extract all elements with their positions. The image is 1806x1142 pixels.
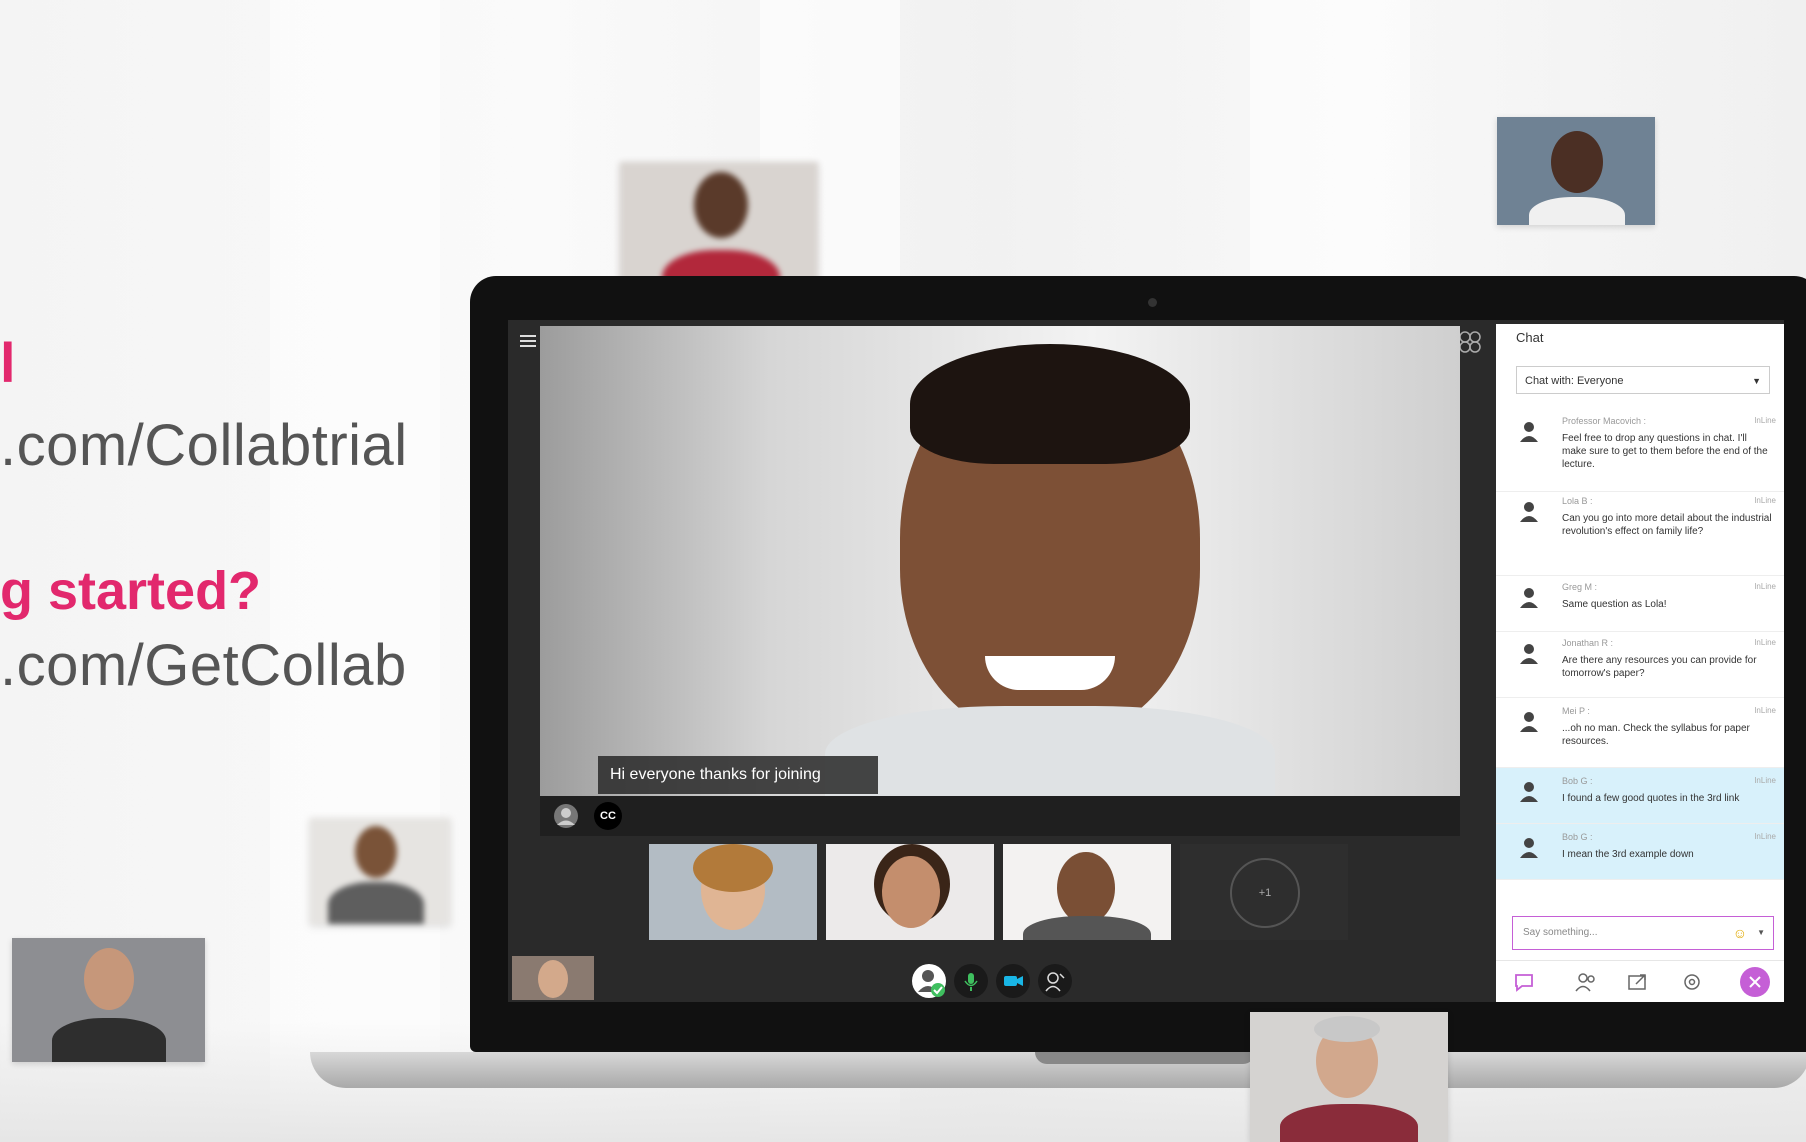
chat-time: InLine bbox=[1754, 582, 1776, 591]
share-tab-icon[interactable] bbox=[1626, 971, 1650, 993]
user-avatar-icon bbox=[1518, 586, 1540, 608]
floating-photo bbox=[310, 818, 450, 924]
participant-thumbnail[interactable] bbox=[826, 844, 994, 940]
chat-panel: Chat Chat with: Everyone ▼ Professor Mac… bbox=[1496, 324, 1784, 1002]
participant-thumbnail[interactable] bbox=[649, 844, 817, 940]
speaker-avatar-icon bbox=[550, 802, 578, 830]
chat-message: Jonathan R : InLine Are there any resour… bbox=[1496, 632, 1784, 698]
chat-channel-value: Chat with: Everyone bbox=[1525, 375, 1624, 387]
participant-thumbnail[interactable] bbox=[1003, 844, 1171, 940]
chat-text: Feel free to drop any questions in chat.… bbox=[1562, 433, 1768, 470]
user-avatar-icon bbox=[1518, 710, 1540, 732]
laptop-notch bbox=[1035, 1052, 1255, 1064]
chat-time: InLine bbox=[1754, 706, 1776, 715]
chat-text: Are there any resources you can provide … bbox=[1562, 655, 1757, 679]
layout-toggle-icon[interactable] bbox=[1458, 330, 1482, 354]
camera-button[interactable] bbox=[996, 964, 1030, 998]
settings-gear-icon[interactable] bbox=[1680, 971, 1704, 993]
chat-time: InLine bbox=[1754, 416, 1776, 425]
chat-text: I mean the 3rd example down bbox=[1562, 849, 1694, 860]
panel-tab-bar bbox=[1496, 960, 1784, 1002]
chat-author: Bob G : bbox=[1562, 832, 1593, 842]
chat-author: Jonathan R : bbox=[1562, 638, 1614, 648]
floating-photo bbox=[12, 938, 205, 1062]
chat-time: InLine bbox=[1754, 776, 1776, 785]
chat-title: Chat bbox=[1516, 330, 1544, 345]
user-avatar-icon bbox=[1518, 836, 1540, 858]
chevron-down-icon: ▼ bbox=[1752, 376, 1761, 386]
user-avatar-icon bbox=[1518, 420, 1540, 442]
speaker-controls-bar: CC bbox=[540, 796, 1460, 836]
emoji-icon[interactable]: ☺ bbox=[1733, 917, 1747, 949]
promo-trial-link[interactable]: .com/Collabtrial bbox=[0, 412, 408, 479]
live-caption: Hi everyone thanks for joining bbox=[598, 756, 878, 794]
more-participants-tile[interactable]: +1 bbox=[1180, 844, 1348, 940]
status-button[interactable] bbox=[912, 964, 946, 998]
promo-headline-2: g started? bbox=[0, 561, 262, 621]
collab-session-screen: Hi everyone thanks for joining CC +1 Cha… bbox=[508, 320, 1784, 1002]
chat-author: Bob G : bbox=[1562, 776, 1593, 786]
closed-captions-button[interactable]: CC bbox=[594, 802, 622, 830]
self-view-thumbnail[interactable] bbox=[512, 956, 594, 1000]
more-participants-counter[interactable]: +1 bbox=[1230, 858, 1300, 928]
close-panel-icon[interactable] bbox=[1740, 967, 1770, 997]
chat-message: Professor Macovich : InLine Feel free to… bbox=[1496, 410, 1784, 492]
webcam bbox=[1148, 298, 1157, 307]
user-avatar-icon bbox=[1518, 780, 1540, 802]
promo-getcollab-link[interactable]: .com/GetCollab bbox=[0, 632, 407, 699]
chat-message: Greg M : InLine Same question as Lola! bbox=[1496, 576, 1784, 632]
chat-message: Bob G : InLine I found a few good quotes… bbox=[1496, 768, 1784, 824]
chat-text: ...oh no man. Check the syllabus for pap… bbox=[1562, 723, 1750, 747]
chat-time: InLine bbox=[1754, 832, 1776, 841]
user-avatar-icon bbox=[1518, 500, 1540, 522]
share-content-button[interactable] bbox=[1038, 964, 1072, 998]
menu-icon[interactable] bbox=[520, 334, 536, 348]
background-stripe bbox=[270, 0, 440, 1142]
chat-message: Lola B : InLine Can you go into more det… bbox=[1496, 492, 1784, 576]
floating-photo bbox=[1250, 1012, 1448, 1142]
attendees-tab-icon[interactable] bbox=[1574, 971, 1598, 993]
chat-input-placeholder: Say something... bbox=[1523, 927, 1598, 938]
chat-text: Can you go into more detail about the in… bbox=[1562, 513, 1772, 537]
chat-time: InLine bbox=[1754, 638, 1776, 647]
chat-author: Professor Macovich : bbox=[1562, 416, 1647, 426]
chat-author: Mei P : bbox=[1562, 706, 1590, 716]
promo-headline-1: l bbox=[0, 331, 16, 394]
chat-channel-select[interactable]: Chat with: Everyone ▼ bbox=[1516, 366, 1770, 394]
floating-photo bbox=[1497, 117, 1655, 225]
chat-message: Mei P : InLine ...oh no man. Check the s… bbox=[1496, 698, 1784, 768]
chat-time: InLine bbox=[1754, 496, 1776, 505]
chat-message-input[interactable]: Say something... ☺ ▼ bbox=[1512, 916, 1774, 950]
chevron-down-icon[interactable]: ▼ bbox=[1757, 917, 1765, 949]
user-avatar-icon bbox=[1518, 642, 1540, 664]
chat-text: I found a few good quotes in the 3rd lin… bbox=[1562, 793, 1740, 804]
chat-tab-icon[interactable] bbox=[1512, 971, 1536, 993]
chat-author: Greg M : bbox=[1562, 582, 1598, 592]
chat-text: Same question as Lola! bbox=[1562, 599, 1667, 610]
chat-message: Bob G : InLine I mean the 3rd example do… bbox=[1496, 824, 1784, 880]
microphone-button[interactable] bbox=[954, 964, 988, 998]
active-speaker-video: Hi everyone thanks for joining bbox=[540, 326, 1460, 796]
chat-author: Lola B : bbox=[1562, 496, 1593, 506]
